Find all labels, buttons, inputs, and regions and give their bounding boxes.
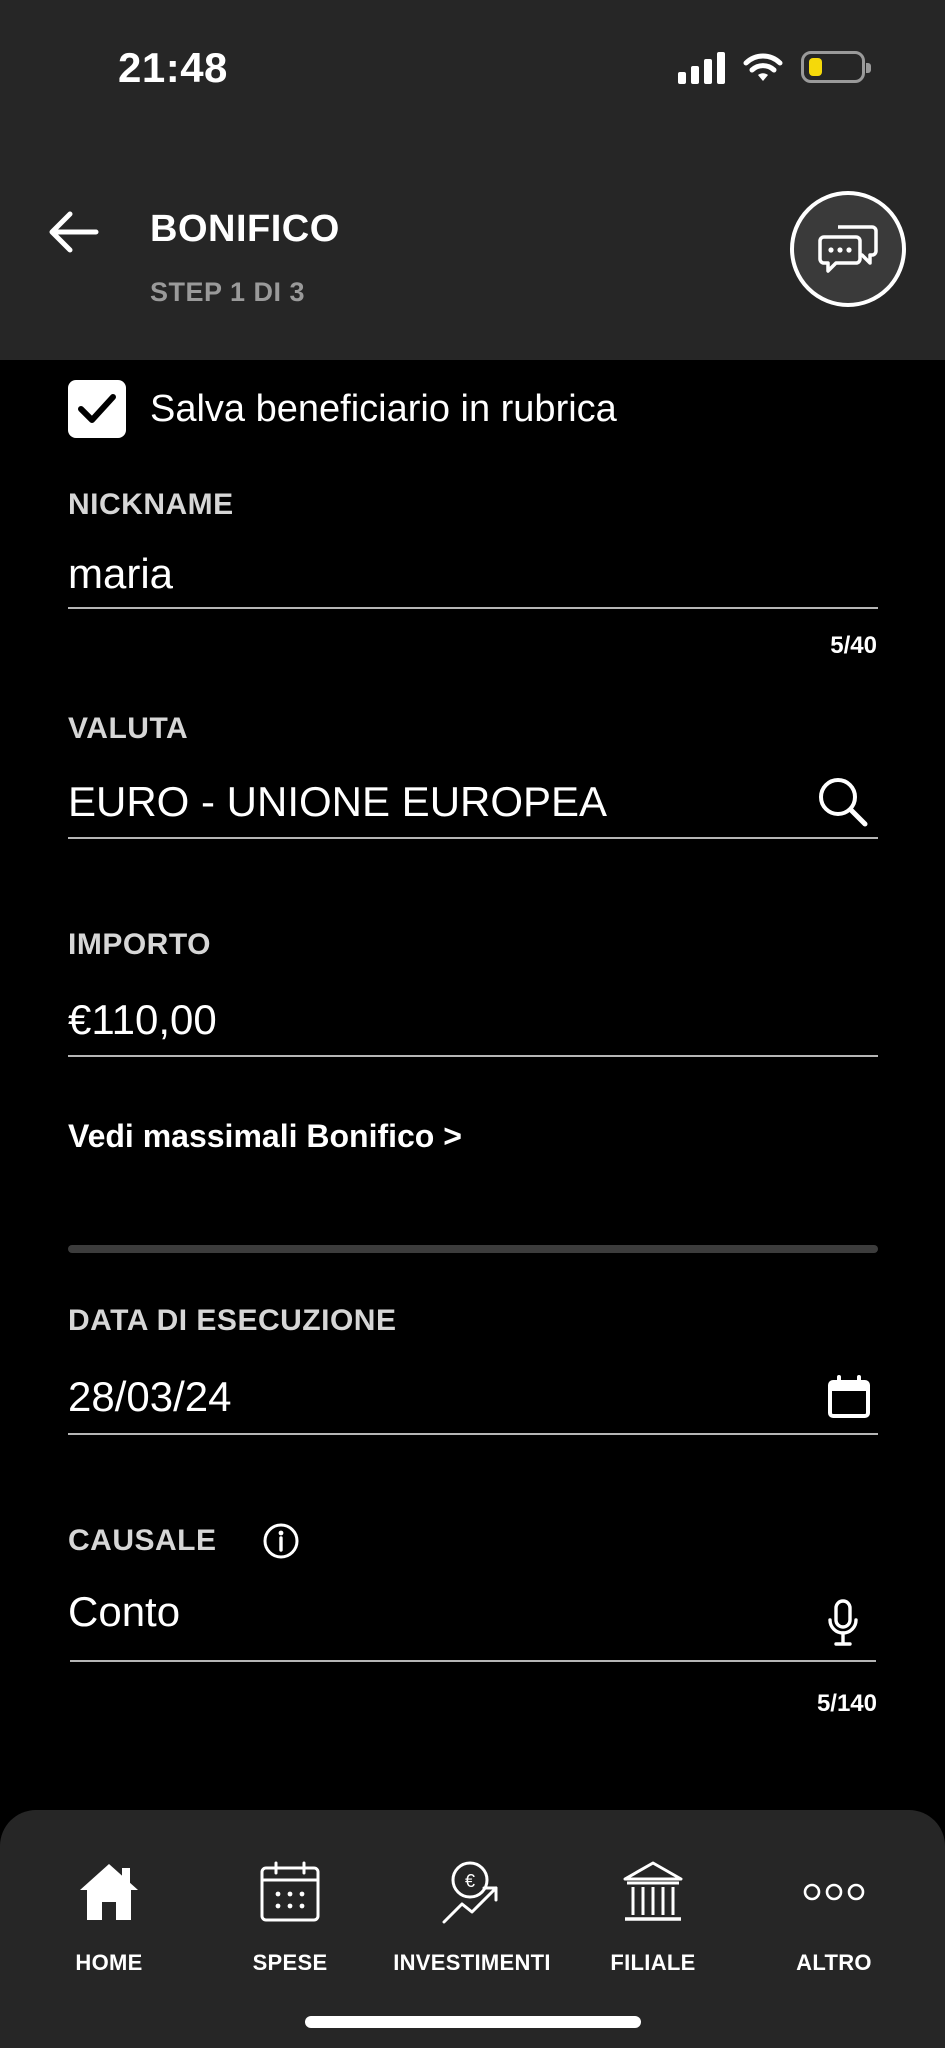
importo-underline <box>68 1055 878 1057</box>
page-title: BONIFICO <box>150 208 340 250</box>
step-indicator: STEP 1 DI 3 <box>150 277 306 307</box>
bank-icon <box>623 1861 683 1921</box>
section-divider <box>68 1245 878 1253</box>
importo-input[interactable]: €110,00 <box>68 996 217 1044</box>
investments-icon: € <box>442 1861 498 1924</box>
wifi-icon <box>743 53 783 81</box>
tab-investimenti-label: INVESTIMENTI <box>393 1950 551 1975</box>
info-icon[interactable] <box>262 1522 300 1560</box>
nickname-counter: 5/40 <box>830 632 877 659</box>
chat-button[interactable] <box>790 191 906 307</box>
data-esecuzione-label: DATA DI ESECUZIONE <box>68 1304 397 1337</box>
save-beneficiary-row[interactable]: Salva beneficiario in rubrica <box>68 380 617 438</box>
tab-home-label: HOME <box>75 1950 143 1975</box>
status-time: 21:48 <box>118 44 228 91</box>
nickname-input[interactable]: maria <box>68 550 173 598</box>
save-beneficiary-checkbox[interactable] <box>68 380 126 438</box>
nickname-underline <box>68 607 878 609</box>
tab-altro[interactable]: ALTRO <box>744 1856 924 1976</box>
tab-spese[interactable]: SPESE <box>200 1856 380 1976</box>
status-icons <box>678 50 871 84</box>
tab-investimenti[interactable]: € INVESTIMENTI <box>382 1856 562 1976</box>
data-esecuzione-input[interactable]: 28/03/24 <box>68 1373 232 1421</box>
search-icon[interactable] <box>815 774 871 830</box>
importo-label: IMPORTO <box>68 928 211 961</box>
data-esecuzione-underline <box>68 1433 878 1435</box>
battery-icon <box>801 51 871 83</box>
valuta-label: VALUTA <box>68 712 189 745</box>
tab-home[interactable]: HOME <box>19 1856 199 1976</box>
app-header: 21:48 BONIFICO STEP 1 DI 3 <box>0 0 945 360</box>
nickname-label: NICKNAME <box>68 488 234 521</box>
tab-altro-label: ALTRO <box>796 1950 872 1975</box>
microphone-icon[interactable] <box>826 1598 860 1648</box>
svg-text:€: € <box>465 1871 475 1891</box>
tab-filiale-label: FILIALE <box>610 1950 696 1975</box>
causale-input[interactable]: Conto <box>68 1588 180 1636</box>
causale-underline <box>70 1660 876 1662</box>
tab-spese-label: SPESE <box>252 1950 328 1975</box>
massimali-link[interactable]: Vedi massimali Bonifico > <box>68 1118 462 1155</box>
valuta-underline <box>68 837 878 839</box>
more-icon <box>803 1883 865 1901</box>
back-arrow-icon[interactable] <box>44 208 104 256</box>
tab-filiale[interactable]: FILIALE <box>563 1856 743 1976</box>
signal-icon <box>678 50 725 84</box>
calendar-icon[interactable] <box>826 1374 872 1420</box>
bottom-tab-bar: HOME SPESE € INVESTIMENTI FILIALE ALTRO <box>0 1810 945 2048</box>
home-indicator <box>305 2016 641 2028</box>
checkmark-icon <box>78 394 116 423</box>
save-beneficiary-label: Salva beneficiario in rubrica <box>150 387 617 430</box>
causale-counter: 5/140 <box>816 1690 877 1717</box>
calendar-icon <box>260 1861 320 1922</box>
chat-bubbles-icon <box>818 225 878 273</box>
causale-label: CAUSALE <box>68 1524 217 1557</box>
valuta-input[interactable]: EURO - UNIONE EUROPEA <box>68 778 607 826</box>
home-icon <box>80 1864 138 1920</box>
